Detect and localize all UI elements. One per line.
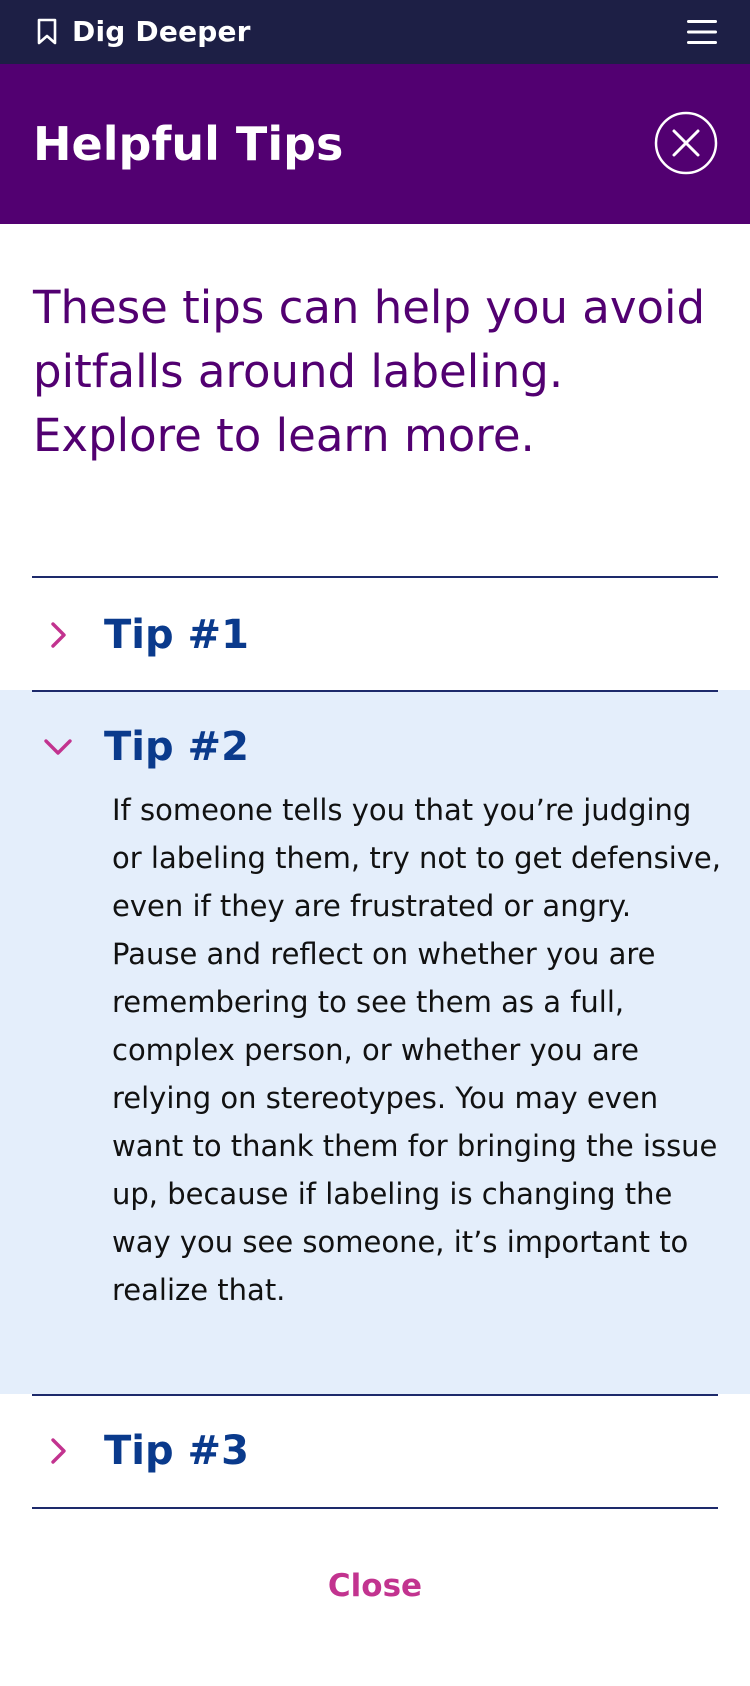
tip-3-toggle[interactable]: Tip #3 (32, 1396, 718, 1506)
chevron-right-icon (51, 1438, 66, 1464)
close-button[interactable]: Close (0, 1568, 750, 1604)
tip-1-label: Tip #1 (104, 612, 249, 658)
chevron-right-icon (51, 622, 66, 648)
divider (32, 1507, 718, 1509)
hamburger-menu-icon[interactable] (686, 16, 718, 48)
dialog-title: Helpful Tips (33, 117, 344, 171)
bookmark-icon[interactable] (36, 18, 58, 46)
divider (32, 576, 718, 578)
chevron-down-icon (44, 739, 72, 755)
tip-1-toggle[interactable]: Tip #1 (32, 580, 718, 690)
close-circle-icon[interactable] (654, 111, 718, 175)
dialog-header: Helpful Tips (0, 64, 750, 224)
intro-text: These tips can help you avoid pitfalls a… (33, 281, 706, 462)
app-title: Dig Deeper (72, 15, 251, 48)
tip-3-label: Tip #3 (104, 1428, 249, 1474)
tip-2-body: If someone tells you that you’re judging… (112, 793, 721, 1307)
top-bar: Dig Deeper (0, 0, 750, 64)
